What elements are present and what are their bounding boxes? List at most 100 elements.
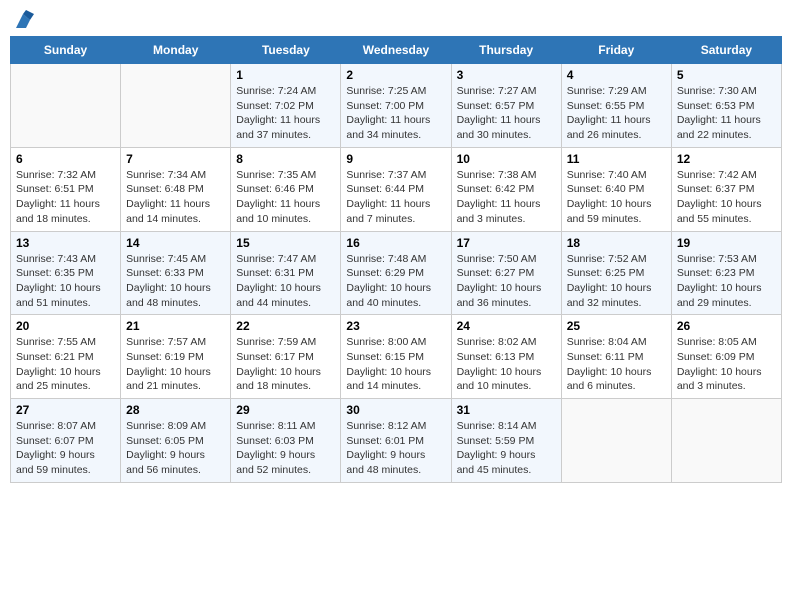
logo-icon [12, 10, 34, 32]
day-number: 15 [236, 236, 335, 250]
calendar-cell: 27 Sunrise: 8:07 AMSunset: 6:07 PMDayligh… [11, 399, 121, 483]
day-number: 4 [567, 68, 666, 82]
page-header [10, 10, 782, 28]
calendar-table: SundayMondayTuesdayWednesdayThursdayFrid… [10, 36, 782, 483]
day-info: Sunrise: 7:59 AMSunset: 6:17 PMDaylight:… [236, 335, 335, 394]
day-info: Sunrise: 7:57 AMSunset: 6:19 PMDaylight:… [126, 335, 225, 394]
day-number: 27 [16, 403, 115, 417]
calendar-cell: 29 Sunrise: 8:11 AMSunset: 6:03 PMDayligh… [231, 399, 341, 483]
calendar-cell: 2 Sunrise: 7:25 AMSunset: 7:00 PMDaylight… [341, 64, 451, 148]
calendar-cell: 10 Sunrise: 7:38 AMSunset: 6:42 PMDayligh… [451, 147, 561, 231]
day-info: Sunrise: 8:14 AMSunset: 5:59 PMDaylight:… [457, 419, 556, 478]
calendar-cell: 20 Sunrise: 7:55 AMSunset: 6:21 PMDayligh… [11, 315, 121, 399]
day-number: 8 [236, 152, 335, 166]
day-info: Sunrise: 7:50 AMSunset: 6:27 PMDaylight:… [457, 252, 556, 311]
day-info: Sunrise: 8:09 AMSunset: 6:05 PMDaylight:… [126, 419, 225, 478]
day-info: Sunrise: 8:02 AMSunset: 6:13 PMDaylight:… [457, 335, 556, 394]
calendar-cell: 8 Sunrise: 7:35 AMSunset: 6:46 PMDaylight… [231, 147, 341, 231]
day-number: 14 [126, 236, 225, 250]
calendar-cell: 7 Sunrise: 7:34 AMSunset: 6:48 PMDaylight… [121, 147, 231, 231]
weekday-header: Tuesday [231, 37, 341, 64]
day-info: Sunrise: 8:12 AMSunset: 6:01 PMDaylight:… [346, 419, 445, 478]
day-info: Sunrise: 7:35 AMSunset: 6:46 PMDaylight:… [236, 168, 335, 227]
day-info: Sunrise: 8:04 AMSunset: 6:11 PMDaylight:… [567, 335, 666, 394]
day-number: 5 [677, 68, 776, 82]
day-number: 12 [677, 152, 776, 166]
calendar-cell: 28 Sunrise: 8:09 AMSunset: 6:05 PMDayligh… [121, 399, 231, 483]
day-info: Sunrise: 7:48 AMSunset: 6:29 PMDaylight:… [346, 252, 445, 311]
weekday-header: Monday [121, 37, 231, 64]
day-number: 6 [16, 152, 115, 166]
calendar-cell: 3 Sunrise: 7:27 AMSunset: 6:57 PMDaylight… [451, 64, 561, 148]
day-info: Sunrise: 7:55 AMSunset: 6:21 PMDaylight:… [16, 335, 115, 394]
day-info: Sunrise: 7:52 AMSunset: 6:25 PMDaylight:… [567, 252, 666, 311]
day-info: Sunrise: 7:38 AMSunset: 6:42 PMDaylight:… [457, 168, 556, 227]
calendar-cell: 19 Sunrise: 7:53 AMSunset: 6:23 PMDayligh… [671, 231, 781, 315]
day-number: 20 [16, 319, 115, 333]
day-number: 29 [236, 403, 335, 417]
day-number: 7 [126, 152, 225, 166]
day-info: Sunrise: 7:27 AMSunset: 6:57 PMDaylight:… [457, 84, 556, 143]
day-info: Sunrise: 8:00 AMSunset: 6:15 PMDaylight:… [346, 335, 445, 394]
day-number: 30 [346, 403, 445, 417]
day-info: Sunrise: 7:42 AMSunset: 6:37 PMDaylight:… [677, 168, 776, 227]
day-info: Sunrise: 7:29 AMSunset: 6:55 PMDaylight:… [567, 84, 666, 143]
day-number: 3 [457, 68, 556, 82]
calendar-cell: 13 Sunrise: 7:43 AMSunset: 6:35 PMDayligh… [11, 231, 121, 315]
day-info: Sunrise: 7:47 AMSunset: 6:31 PMDaylight:… [236, 252, 335, 311]
day-info: Sunrise: 7:25 AMSunset: 7:00 PMDaylight:… [346, 84, 445, 143]
day-info: Sunrise: 7:43 AMSunset: 6:35 PMDaylight:… [16, 252, 115, 311]
day-info: Sunrise: 7:37 AMSunset: 6:44 PMDaylight:… [346, 168, 445, 227]
calendar-cell: 15 Sunrise: 7:47 AMSunset: 6:31 PMDayligh… [231, 231, 341, 315]
day-number: 11 [567, 152, 666, 166]
day-number: 17 [457, 236, 556, 250]
day-number: 2 [346, 68, 445, 82]
weekday-header: Friday [561, 37, 671, 64]
day-info: Sunrise: 7:40 AMSunset: 6:40 PMDaylight:… [567, 168, 666, 227]
day-number: 26 [677, 319, 776, 333]
calendar-cell: 4 Sunrise: 7:29 AMSunset: 6:55 PMDaylight… [561, 64, 671, 148]
calendar-cell [121, 64, 231, 148]
calendar-cell: 14 Sunrise: 7:45 AMSunset: 6:33 PMDayligh… [121, 231, 231, 315]
calendar-cell: 17 Sunrise: 7:50 AMSunset: 6:27 PMDayligh… [451, 231, 561, 315]
day-number: 21 [126, 319, 225, 333]
calendar-cell: 26 Sunrise: 8:05 AMSunset: 6:09 PMDayligh… [671, 315, 781, 399]
calendar-cell: 11 Sunrise: 7:40 AMSunset: 6:40 PMDayligh… [561, 147, 671, 231]
day-info: Sunrise: 7:45 AMSunset: 6:33 PMDaylight:… [126, 252, 225, 311]
day-number: 19 [677, 236, 776, 250]
calendar-cell: 5 Sunrise: 7:30 AMSunset: 6:53 PMDaylight… [671, 64, 781, 148]
day-info: Sunrise: 8:05 AMSunset: 6:09 PMDaylight:… [677, 335, 776, 394]
calendar-cell: 22Sunrise: 7:59 AMSunset: 6:17 PMDayligh… [231, 315, 341, 399]
day-number: 25 [567, 319, 666, 333]
day-info: Sunrise: 7:34 AMSunset: 6:48 PMDaylight:… [126, 168, 225, 227]
day-info: Sunrise: 8:11 AMSunset: 6:03 PMDaylight:… [236, 419, 335, 478]
day-number: 18 [567, 236, 666, 250]
calendar-cell: 31 Sunrise: 8:14 AMSunset: 5:59 PMDayligh… [451, 399, 561, 483]
day-number: 13 [16, 236, 115, 250]
calendar-cell: 30 Sunrise: 8:12 AMSunset: 6:01 PMDayligh… [341, 399, 451, 483]
day-info: Sunrise: 7:24 AMSunset: 7:02 PMDaylight:… [236, 84, 335, 143]
calendar-cell: 24 Sunrise: 8:02 AMSunset: 6:13 PMDayligh… [451, 315, 561, 399]
calendar-cell [671, 399, 781, 483]
day-number: 9 [346, 152, 445, 166]
day-number: 1 [236, 68, 335, 82]
weekday-header: Thursday [451, 37, 561, 64]
calendar-cell: 16Sunrise: 7:48 AMSunset: 6:29 PMDayligh… [341, 231, 451, 315]
weekday-header: Saturday [671, 37, 781, 64]
calendar-cell: 12 Sunrise: 7:42 AMSunset: 6:37 PMDayligh… [671, 147, 781, 231]
calendar-cell: 25 Sunrise: 8:04 AMSunset: 6:11 PMDayligh… [561, 315, 671, 399]
day-info: Sunrise: 8:07 AMSunset: 6:07 PMDaylight:… [16, 419, 115, 478]
day-info: Sunrise: 7:53 AMSunset: 6:23 PMDaylight:… [677, 252, 776, 311]
weekday-header: Wednesday [341, 37, 451, 64]
day-info: Sunrise: 7:30 AMSunset: 6:53 PMDaylight:… [677, 84, 776, 143]
calendar-cell: 6 Sunrise: 7:32 AMSunset: 6:51 PMDaylight… [11, 147, 121, 231]
day-number: 10 [457, 152, 556, 166]
weekday-header: Sunday [11, 37, 121, 64]
calendar-cell: 9 Sunrise: 7:37 AMSunset: 6:44 PMDaylight… [341, 147, 451, 231]
day-info: Sunrise: 7:32 AMSunset: 6:51 PMDaylight:… [16, 168, 115, 227]
day-number: 28 [126, 403, 225, 417]
calendar-cell [561, 399, 671, 483]
day-number: 31 [457, 403, 556, 417]
day-number: 24 [457, 319, 556, 333]
calendar-cell [11, 64, 121, 148]
